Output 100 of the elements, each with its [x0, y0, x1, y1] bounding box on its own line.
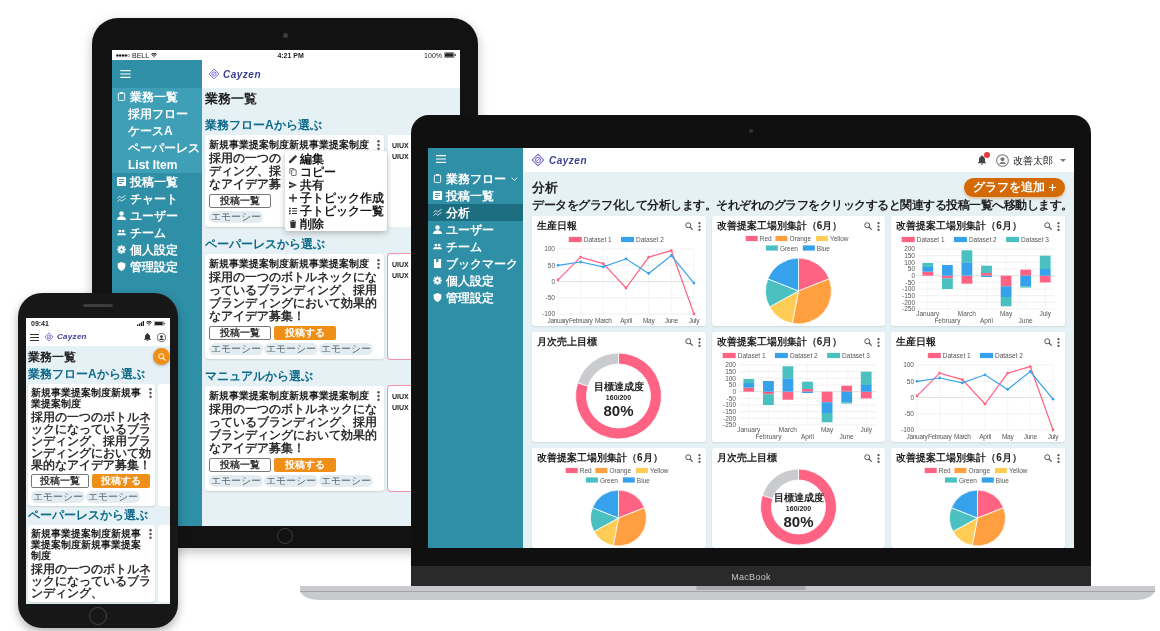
kebab-menu-icon[interactable]	[877, 453, 881, 463]
menu-item[interactable]: 共有	[285, 178, 387, 191]
speaker-icon	[83, 304, 113, 307]
tag: エモーシー	[209, 211, 263, 223]
kebab-menu-icon[interactable]	[697, 221, 701, 231]
sidebar-item[interactable]: 投稿一覧	[428, 187, 523, 204]
data-point	[1006, 371, 1010, 375]
data-point	[915, 394, 919, 398]
sidebar-item[interactable]: チーム	[112, 224, 202, 241]
user-icon[interactable]	[157, 332, 166, 342]
caret-down-icon[interactable]	[1060, 158, 1066, 162]
trash-icon	[289, 219, 297, 228]
card-description: 採用の一つの	[209, 152, 281, 165]
sidebar-subitem[interactable]: ケースA	[112, 122, 202, 139]
search-icon[interactable]	[684, 222, 693, 230]
data-point	[915, 379, 919, 383]
kebab-menu-icon[interactable]	[377, 140, 380, 150]
signal-icon	[137, 320, 144, 326]
add-chart-button[interactable]: グラフを追加	[964, 177, 1065, 197]
card-description: ディング、採	[209, 165, 281, 178]
person-icon	[433, 225, 442, 234]
search-icon[interactable]	[684, 338, 693, 346]
brand-name: Cayzen	[549, 153, 587, 168]
secondary-button[interactable]: 投稿一覧	[209, 194, 271, 208]
kebab-menu-icon[interactable]	[877, 221, 881, 231]
bell-icon[interactable]	[978, 155, 986, 165]
search-icon[interactable]	[864, 454, 873, 462]
search-icon[interactable]	[684, 454, 693, 462]
kebab-menu-icon[interactable]	[1057, 221, 1060, 231]
sidebar-item[interactable]: 投稿一覧	[112, 173, 202, 190]
menu-item[interactable]: コピー	[285, 165, 387, 178]
search-icon[interactable]	[864, 338, 873, 346]
kebab-menu-icon[interactable]	[149, 529, 152, 539]
sidebar-item[interactable]: 業務一覧	[112, 88, 202, 105]
kebab-menu-icon[interactable]	[377, 391, 380, 401]
user-name: 改善太郎	[1013, 153, 1053, 168]
wifi-icon	[151, 52, 158, 58]
people-icon	[117, 228, 126, 237]
card-title: 新規事業提案制度新規事業提案制度新規事業提案制度	[31, 528, 142, 561]
menu-icon[interactable]	[30, 333, 39, 341]
card-title: 新規事業提案制度新規事業提案制度	[209, 390, 370, 401]
kebab-menu-icon[interactable]	[377, 259, 380, 269]
primary-button[interactable]: 投稿する	[274, 458, 336, 472]
kebab-menu-icon[interactable]	[697, 453, 701, 463]
tag: エモーシー	[264, 343, 318, 355]
menu-item[interactable]: 子トピック作成	[285, 191, 387, 204]
chart-title: 改善提案工場別集計（6月）	[716, 220, 844, 232]
data-point	[669, 249, 673, 252]
user-avatar-icon[interactable]	[996, 153, 1009, 167]
sidebar-item[interactable]: 個人設定	[428, 272, 523, 289]
secondary-button[interactable]: 投稿一覧	[31, 474, 89, 488]
brand-label: MacBook	[731, 572, 771, 582]
section-heading: 業務フローAから選ぶ	[205, 118, 322, 133]
kebab-menu-icon[interactable]	[1057, 337, 1060, 347]
sidebar-item[interactable]: チーム	[428, 238, 523, 255]
card-title: 新規事業提案制度新規事業提案制度	[209, 258, 370, 269]
bell-icon[interactable]	[144, 333, 151, 341]
sidebar-item[interactable]: 分析	[428, 204, 523, 221]
search-icon[interactable]	[1044, 222, 1052, 230]
kebab-menu-icon[interactable]	[697, 337, 701, 347]
data-point	[647, 255, 651, 259]
sidebar-item[interactable]: ユーザー	[428, 221, 523, 238]
primary-button[interactable]: 投稿する	[92, 474, 150, 488]
search-icon[interactable]	[1044, 454, 1052, 462]
tag: エモーシー	[86, 491, 140, 503]
chart-title: 改善提案工場別集計（6月）	[537, 452, 664, 464]
chart-title: 生産日報	[896, 336, 938, 348]
kebab-menu-icon[interactable]	[877, 337, 881, 347]
data-point	[692, 281, 696, 285]
sidebar-item[interactable]: 管理設定	[428, 289, 523, 306]
primary-button[interactable]: 投稿する	[274, 326, 336, 340]
tag: エモーシー	[209, 343, 263, 355]
goal-percentage: 80%	[603, 401, 634, 419]
line-chart-icon	[117, 194, 126, 203]
data-point	[1029, 365, 1033, 368]
secondary-button[interactable]: 投稿一覧	[209, 458, 271, 472]
search-icon[interactable]	[864, 222, 873, 230]
sidebar-item[interactable]: 管理設定	[112, 258, 202, 275]
data-point	[983, 373, 987, 377]
sidebar-subitem[interactable]: ペーパーレス	[112, 139, 202, 156]
sidebar-subitem[interactable]: 採用フロー	[112, 105, 202, 122]
sidebar-item[interactable]: チャート	[112, 190, 202, 207]
search-icon[interactable]	[1044, 338, 1052, 346]
sidebar-item[interactable]: 個人設定	[112, 241, 202, 258]
data-point	[556, 278, 560, 282]
menu-item[interactable]: 子トピック一覧	[285, 204, 387, 217]
chart-title: 改善提案工場別集計（6月）	[716, 336, 844, 348]
page-title: 分析	[532, 180, 558, 194]
kebab-menu-icon[interactable]	[1057, 453, 1060, 463]
kebab-menu-icon[interactable]	[149, 388, 152, 398]
tag: エモーシー	[319, 343, 373, 355]
menu-item[interactable]: 編集	[285, 152, 387, 165]
card-description: なアイデア募	[209, 178, 281, 191]
sidebar-item[interactable]: ユーザー	[112, 207, 202, 224]
chevron-down-icon[interactable]	[511, 176, 518, 181]
sidebar-subitem[interactable]: List Item	[112, 156, 202, 173]
menu-item[interactable]: 削除	[285, 217, 387, 230]
sidebar-item[interactable]: ブックマーク	[428, 255, 523, 272]
sidebar-item[interactable]: 業務フロー	[428, 170, 523, 187]
secondary-button[interactable]: 投稿一覧	[209, 326, 271, 340]
